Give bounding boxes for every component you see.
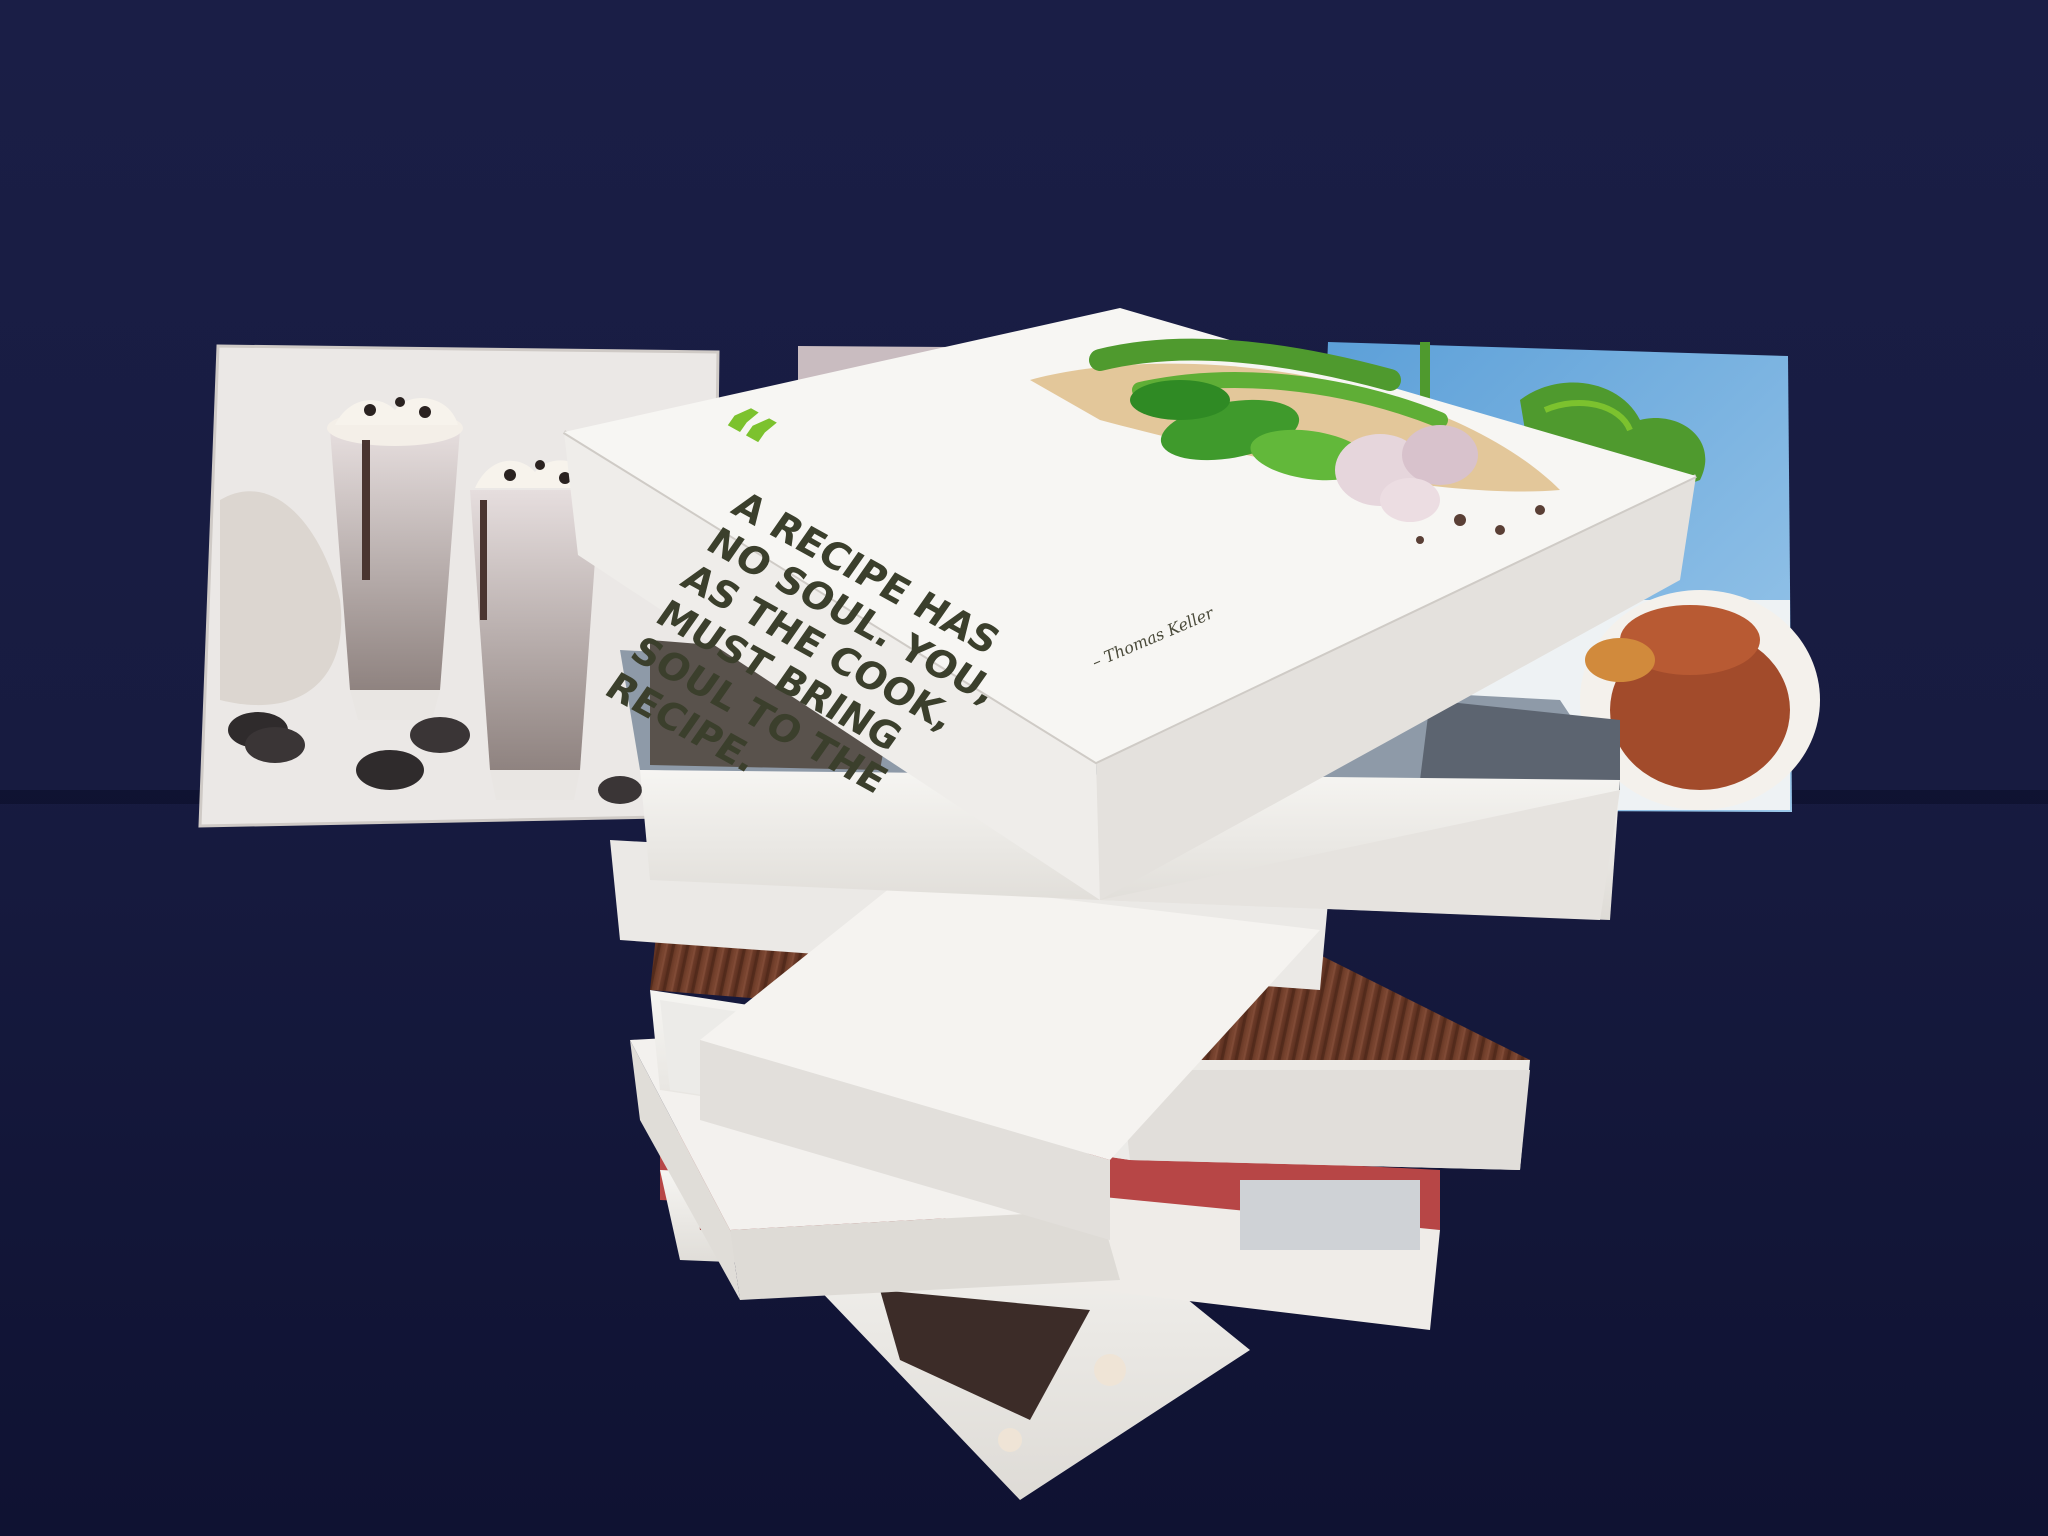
product-photo: “ A RECIPE HAS NO SOUL. YOU, AS THE COOK… (0, 0, 2048, 1536)
photo-scene: “ A RECIPE HAS NO SOUL. YOU, AS THE COOK… (0, 0, 2048, 1536)
